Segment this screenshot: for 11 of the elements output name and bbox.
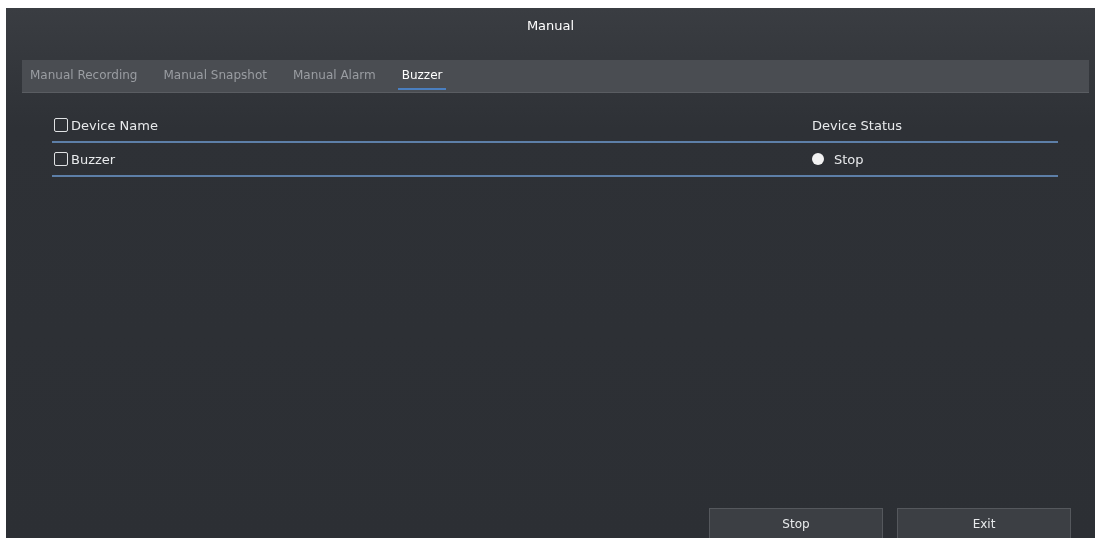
tab[interactable]: Buzzer [397,62,447,90]
button[interactable]: Stop [709,508,883,538]
table-cell: Stop [834,151,864,167]
column-header: Device Name [71,117,158,133]
table-cell: Buzzer [71,151,116,167]
window-title: Manual [525,17,576,35]
column-header: Device Status [812,117,903,133]
checkbox[interactable] [54,152,68,166]
status-dot-icon [812,153,824,165]
checkbox[interactable] [54,118,68,132]
button[interactable]: Exit [897,508,1071,538]
